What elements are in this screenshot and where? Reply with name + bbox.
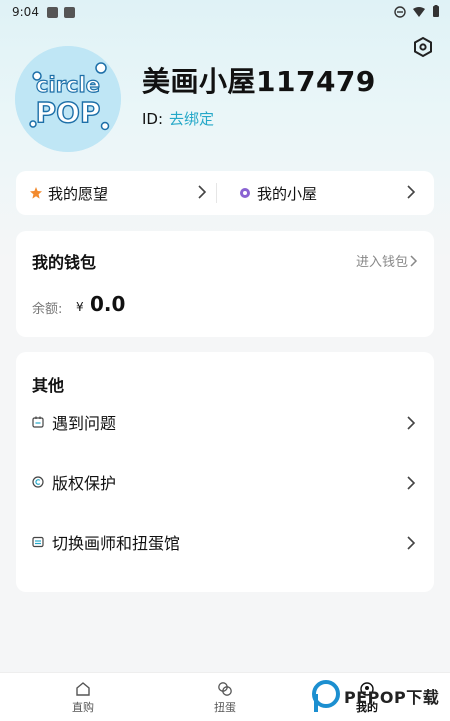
tab-direct-buy-label: 直购 <box>72 701 94 714</box>
enter-wallet-label: 进入钱包 <box>355 255 408 270</box>
calendar-question-icon <box>32 416 44 428</box>
my-wish-item[interactable]: 我的愿望 <box>16 171 225 215</box>
status-bar: 9:04 <box>0 0 450 24</box>
switch-icon <box>32 536 44 548</box>
settings-icon[interactable] <box>412 36 434 58</box>
watermark-text: PEPOP下载 <box>344 688 440 707</box>
my-house-label: 我的小屋 <box>257 184 318 203</box>
chevron-right-icon <box>198 185 207 199</box>
nickname: 美画小屋117479 <box>142 65 376 98</box>
copyright-icon <box>32 476 44 488</box>
wallet-card: 我的钱包 进入钱包 余额: ¥ 0.0 <box>16 231 434 337</box>
balance-amount: 0.0 <box>90 292 126 316</box>
switch-mode-label: 切换画师和扭蛋馆 <box>52 534 181 553</box>
home-icon <box>76 682 90 696</box>
dnd-icon <box>394 5 406 18</box>
chevron-right-icon <box>407 185 416 199</box>
pepop-logo-icon <box>312 680 340 712</box>
wish-star-icon <box>30 187 42 199</box>
bind-account-link[interactable]: 去绑定 <box>169 110 214 128</box>
copyright-item[interactable]: 版权保护 <box>16 462 434 502</box>
notification-icon <box>46 6 58 18</box>
currency-symbol: ¥ <box>76 300 84 314</box>
report-problem-label: 遇到问题 <box>52 414 117 433</box>
wallet-title: 我的钱包 <box>32 253 97 272</box>
logo-text-top: circle <box>36 73 100 97</box>
other-title: 其他 <box>32 376 65 395</box>
my-house-item[interactable]: 我的小屋 <box>225 171 434 215</box>
tab-capsule[interactable]: 扭蛋 <box>150 673 300 721</box>
enter-wallet-link[interactable]: 进入钱包 <box>356 251 418 270</box>
avatar[interactable]: circle POP <box>15 46 121 152</box>
circle-pop-logo: circle POP <box>15 46 121 152</box>
watermark: PEPOP下载 <box>310 676 450 720</box>
capsule-icon <box>218 682 232 696</box>
switch-mode-item[interactable]: 切换画师和扭蛋馆 <box>16 522 434 562</box>
house-flower-icon <box>240 188 250 198</box>
logo-text-bottom: POP <box>36 96 101 129</box>
wifi-icon <box>413 6 425 17</box>
status-time: 9:04 <box>12 5 39 19</box>
image-icon <box>63 6 75 18</box>
my-wish-label: 我的愿望 <box>48 184 109 203</box>
report-problem-item[interactable]: 遇到问题 <box>16 402 434 442</box>
quick-links-card: 我的愿望 我的小屋 <box>16 171 434 215</box>
balance-label: 余额: <box>32 302 63 317</box>
tab-direct-buy[interactable]: 直购 <box>8 673 158 721</box>
id-label: ID: <box>142 110 164 128</box>
id-row: ID: 去绑定 <box>142 108 214 129</box>
divider <box>216 183 217 203</box>
chevron-right-icon <box>407 416 416 430</box>
copyright-label: 版权保护 <box>52 474 117 493</box>
status-icons <box>394 5 440 18</box>
battery-icon <box>433 5 439 17</box>
chevron-right-icon <box>407 476 416 490</box>
chevron-right-icon <box>407 536 416 550</box>
tab-capsule-label: 扭蛋 <box>214 701 236 714</box>
other-card: 其他 遇到问题 版权保护 切换画师和扭蛋馆 <box>16 352 434 592</box>
chevron-right-icon <box>410 254 418 267</box>
